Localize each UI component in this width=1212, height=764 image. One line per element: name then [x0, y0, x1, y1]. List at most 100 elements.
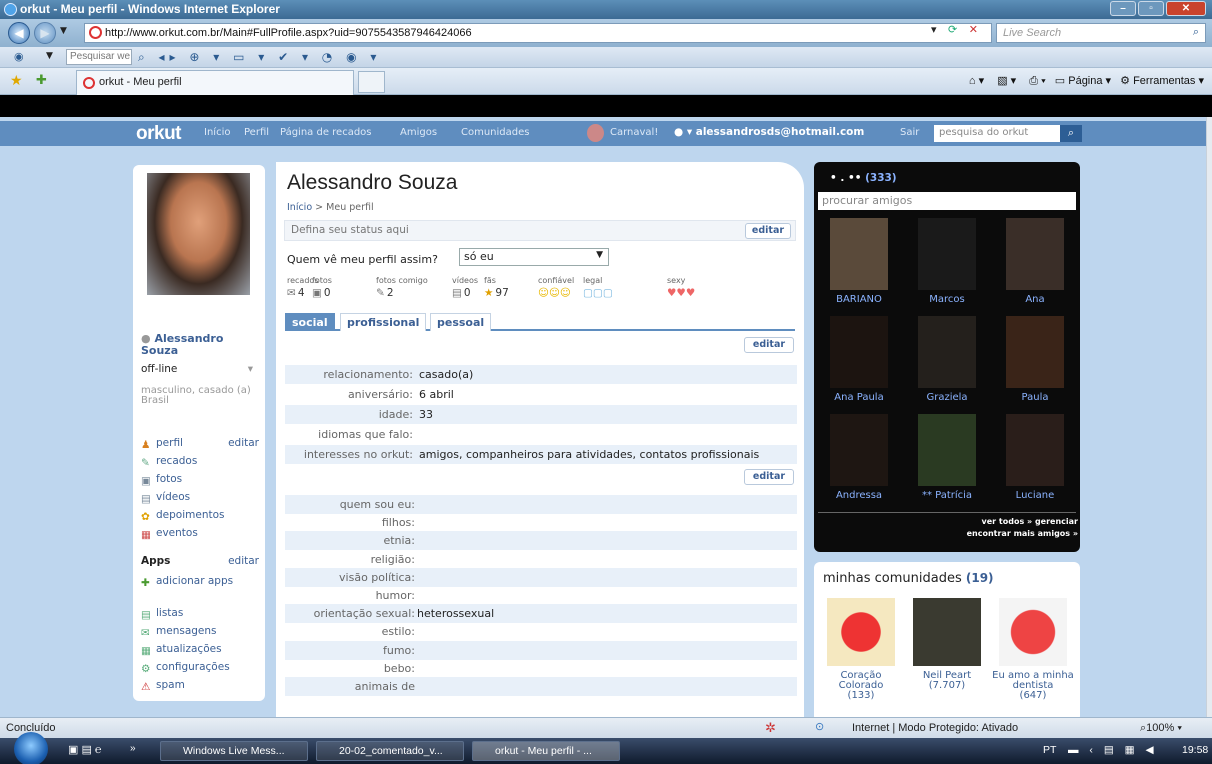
nav-inicio[interactable]: Início	[204, 127, 230, 138]
social-edit-button[interactable]: editar	[744, 337, 794, 353]
communities-title[interactable]: minhas comunidades (19)	[823, 571, 994, 586]
community-tile[interactable]: Neil Peart (7.707)	[905, 598, 989, 716]
nav-perfil[interactable]: Perfil	[244, 127, 269, 138]
page-scrollbar[interactable]	[1206, 117, 1212, 717]
friend-tile[interactable]: BARIANO	[816, 214, 902, 310]
tab-profissional[interactable]: profissional	[340, 313, 427, 331]
tray-icons[interactable]: ▬ ‹ ▤ ▦ ◀	[1068, 744, 1158, 756]
live-search-input[interactable]: Live Search ⌕	[996, 23, 1206, 43]
friend-tile[interactable]: Marcos	[904, 214, 990, 310]
new-tab-button[interactable]	[358, 71, 385, 93]
close-button[interactable]: ✕	[1166, 1, 1206, 16]
stat-value-1[interactable]: ▣ 0	[312, 287, 331, 299]
friends-search-input[interactable]: procurar amigos	[818, 192, 1076, 210]
clock[interactable]: 19:58	[1182, 744, 1208, 756]
sidebar-tool-4[interactable]: ⚠ spam	[141, 679, 265, 695]
nav-amigos[interactable]: Amigos	[400, 127, 437, 138]
feeds-icon[interactable]: ▧ ▾	[997, 75, 1016, 87]
stat-value-0[interactable]: ✉ 4	[287, 287, 305, 299]
sidebar-item-1[interactable]: ✎ recados	[141, 455, 265, 471]
quick-launch-icons[interactable]: ▣ ▤ ℮	[68, 743, 102, 756]
toolbar-search-input[interactable]: Pesquisar we	[66, 49, 132, 65]
status-edit-button[interactable]: editar	[745, 223, 791, 239]
breadcrumb-home[interactable]: Início	[287, 202, 312, 213]
taskbar-document[interactable]: 20-02_comentado_v...	[316, 741, 464, 761]
add-apps-link[interactable]: ✚ adicionar apps	[141, 575, 265, 591]
view-all-friends-link[interactable]: ver todos » gerenciar	[982, 517, 1078, 526]
friends-more-links[interactable]: ver todos » gerenciar encontrar mais amig…	[894, 516, 1078, 540]
language-indicator[interactable]: PT	[1043, 744, 1056, 756]
friend-tile[interactable]: Ana	[992, 214, 1078, 310]
address-input[interactable]: http://www.orkut.com.br/Main#FullProfile…	[84, 23, 992, 43]
forward-icon[interactable]: ▶	[34, 22, 56, 44]
sidebar-tool-3[interactable]: ⚙ configurações	[141, 661, 265, 677]
stop-icon[interactable]: ✕	[969, 23, 978, 36]
sidebar-item-3[interactable]: ▤ vídeos	[141, 491, 265, 507]
friend-tile[interactable]: ** Patrícia	[904, 410, 990, 506]
friend-tile[interactable]: Paula	[992, 312, 1078, 408]
apps-edit-link[interactable]: editar	[228, 555, 259, 567]
nav-sair[interactable]: Sair	[900, 127, 919, 138]
stat-value-6[interactable]: ▢▢▢	[583, 287, 615, 299]
print-icon[interactable]: ⎙ ▾	[1029, 75, 1045, 87]
stat-value-2[interactable]: ✎ 2	[376, 287, 394, 299]
sidebar-item-0[interactable]: ♟ perfil editar	[141, 437, 265, 453]
dropdown-icon[interactable]: ▾	[931, 23, 937, 36]
user-email-menu[interactable]: ● ▾ alessandrosds@hotmail.com	[674, 126, 864, 138]
page-menu[interactable]: ▭ Página ▾	[1055, 75, 1111, 87]
status-input[interactable]: Defina seu status aqui editar	[284, 220, 796, 241]
favorites-star-icon[interactable]: ★	[10, 73, 23, 89]
tools-menu[interactable]: ⚙ Ferramentas ▾	[1120, 75, 1204, 87]
minimize-button[interactable]: –	[1110, 1, 1136, 16]
sidebar-item-4[interactable]: ✿ depoimentos	[141, 509, 265, 525]
search-icon[interactable]: ⌕	[1193, 26, 1199, 39]
add-favorites-icon[interactable]: ✚	[36, 73, 47, 88]
viewer-select[interactable]: só eu ▼	[459, 248, 609, 266]
history-dropdown-icon[interactable]: ▼	[60, 26, 67, 36]
sidebar-tool-2[interactable]: ▦ atualizações	[141, 643, 265, 659]
sidebar-tool-0[interactable]: ▤ listas	[141, 607, 265, 623]
search-icon[interactable]: ⌕	[1060, 125, 1082, 142]
friends-title[interactable]: • . •• (333)	[830, 172, 897, 184]
orkut-logo[interactable]: orkut	[136, 123, 182, 145]
sidebar-item-5[interactable]: ▦ eventos	[141, 527, 265, 543]
toolbar-menu-icon[interactable]: ▼	[46, 51, 53, 61]
taskbar-orkut[interactable]: orkut - Meu perfil - ...	[472, 741, 620, 761]
stat-value-4[interactable]: ★ 97	[484, 287, 509, 299]
maximize-button[interactable]: ▫	[1138, 1, 1164, 16]
profile-photo[interactable]	[147, 173, 250, 295]
profile-edit-link[interactable]: editar	[228, 437, 259, 449]
back-icon[interactable]: ◀	[8, 22, 30, 44]
start-button[interactable]	[14, 732, 48, 764]
tab-social[interactable]: social	[285, 313, 335, 331]
stat-value-7[interactable]: ♥♥♥	[667, 287, 697, 299]
home-icon[interactable]: ⌂ ▾	[969, 75, 984, 87]
stat-value-5[interactable]: ☺☺☺	[538, 287, 573, 299]
community-tile[interactable]: Coração Colorado (133)	[819, 598, 903, 716]
sidebar-item-2[interactable]: ▣ fotos	[141, 473, 265, 489]
friend-tile[interactable]: Andressa	[816, 410, 902, 506]
online-status-select[interactable]: off-line ▾	[141, 363, 261, 375]
sidebar-name[interactable]: ● Alessandro Souza	[141, 333, 261, 357]
toolbar-icons[interactable]: ⌕ ◂▸ ⊕ ▾ ▭ ▾ ✔ ▾ ◔ ◉ ▾	[138, 50, 381, 65]
nav-carnaval[interactable]: Carnaval!	[610, 127, 658, 138]
interests-edit-button[interactable]: editar	[744, 469, 794, 485]
quick-launch-expand[interactable]: »	[130, 743, 136, 754]
orkut-search-input[interactable]: pesquisa do orkut	[934, 125, 1060, 142]
nav-recados[interactable]: Página de recados	[280, 127, 372, 138]
friend-tile[interactable]: Ana Paula	[816, 312, 902, 408]
nav-comunidades[interactable]: Comunidades	[461, 127, 529, 138]
friend-tile[interactable]: Luciane	[992, 410, 1078, 506]
refresh-icon[interactable]: ⟳	[948, 23, 957, 36]
stat-value-3[interactable]: ▤ 0	[452, 287, 471, 299]
tab-orkut[interactable]: orkut - Meu perfil	[76, 70, 354, 95]
security-zone[interactable]: Internet | Modo Protegido: Ativado	[852, 722, 1018, 734]
community-tile[interactable]: Eu amo a minha dentista (647)	[991, 598, 1075, 716]
friend-tile[interactable]: Graziela	[904, 312, 990, 408]
tab-pessoal[interactable]: pessoal	[430, 313, 492, 331]
zoom-level[interactable]: ⌕100% ▾	[1140, 722, 1182, 735]
privacy-icon[interactable]: ✲	[765, 720, 776, 736]
find-more-friends-link[interactable]: encontrar mais amigos »	[967, 529, 1078, 538]
taskbar-messenger[interactable]: Windows Live Mess...	[160, 741, 308, 761]
sidebar-tool-1[interactable]: ✉ mensagens	[141, 625, 265, 641]
